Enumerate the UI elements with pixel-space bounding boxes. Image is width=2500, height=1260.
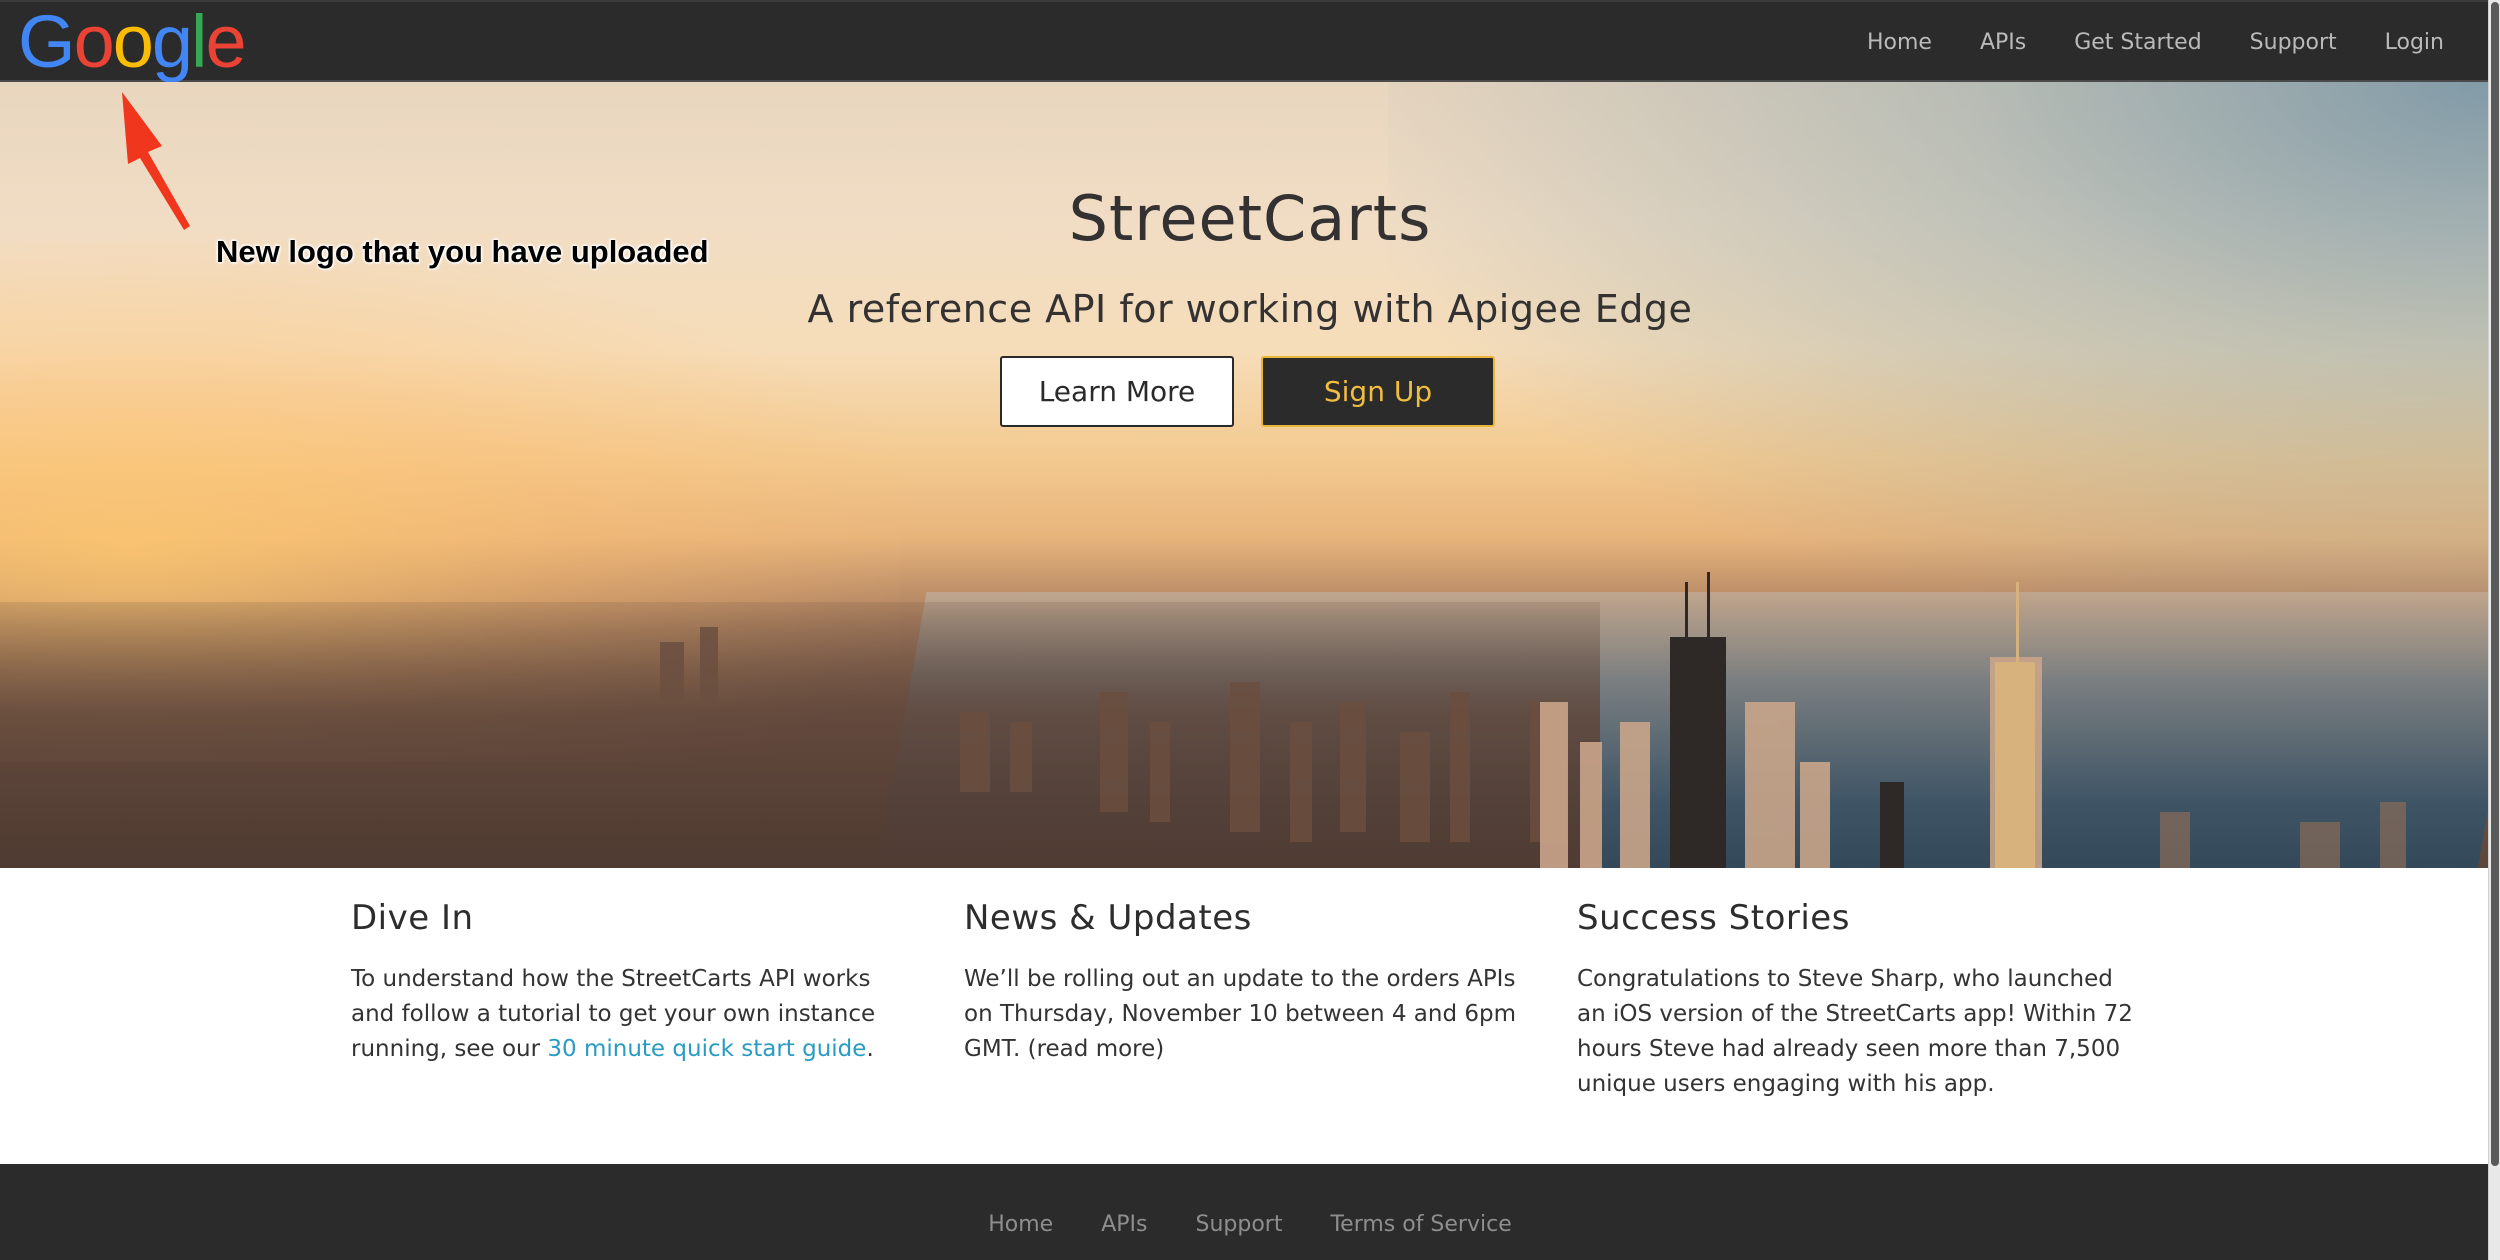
scrollbar-thumb[interactable] [2491,2,2499,1166]
news-column: News & Updates We’ll be rolling out an u… [964,898,1534,1067]
logo-letter: o [112,0,154,83]
dive-in-text: To understand how the StreetCarts API wo… [351,962,921,1067]
footer-link-apis[interactable]: APIs [1101,1212,1147,1237]
nav-link-support[interactable]: Support [2250,30,2337,55]
hero-banner: StreetCarts A reference API for working … [0,82,2488,868]
footer-links: Home APIs Support Terms of Service [0,1212,2500,1237]
dive-in-column: Dive In To understand how the StreetCart… [351,898,921,1067]
nav-link-apis[interactable]: APIs [1980,30,2026,55]
logo-letter: G [18,0,76,83]
news-heading: News & Updates [964,898,1252,938]
quick-start-guide-link[interactable]: 30 minute quick start guide [547,1036,866,1062]
news-text: We’ll be rolling out an update to the or… [964,966,1516,1062]
nav-link-login[interactable]: Login [2385,30,2444,55]
success-text: Congratulations to Steve Sharp, who laun… [1577,966,2133,1097]
nav-link-get-started[interactable]: Get Started [2074,30,2201,55]
dive-in-text-end: . [866,1036,874,1062]
info-section: Dive In To understand how the StreetCart… [0,868,2488,1164]
success-heading: Success Stories [1577,898,1850,938]
google-logo[interactable]: Google [18,5,247,79]
footer-link-home[interactable]: Home [988,1212,1053,1237]
logo-letter: l [191,0,208,83]
nav-links: Home APIs Get Started Support Login [1867,2,2488,82]
annotation-arrow-icon [122,92,190,230]
hero-subtitle: A reference API for working with Apigee … [807,287,1693,331]
annotation-label: New logo that you have uploaded [216,234,709,269]
footer: Home APIs Support Terms of Service [0,1164,2488,1260]
logo-letter: e [205,0,246,83]
learn-more-button[interactable]: Learn More [1000,356,1234,427]
sign-up-button[interactable]: Sign Up [1261,356,1495,427]
success-column: Success Stories Congratulations to Steve… [1577,898,2147,1102]
nav-link-home[interactable]: Home [1867,30,1932,55]
logo-letter: g [151,0,193,83]
top-navbar: Google Home APIs Get Started Support Log… [0,0,2488,82]
footer-link-terms[interactable]: Terms of Service [1330,1212,1511,1237]
page-scrollbar[interactable] [2488,0,2500,1260]
dive-in-heading: Dive In [351,898,474,938]
logo-letter: o [73,0,115,83]
footer-link-support[interactable]: Support [1195,1212,1282,1237]
